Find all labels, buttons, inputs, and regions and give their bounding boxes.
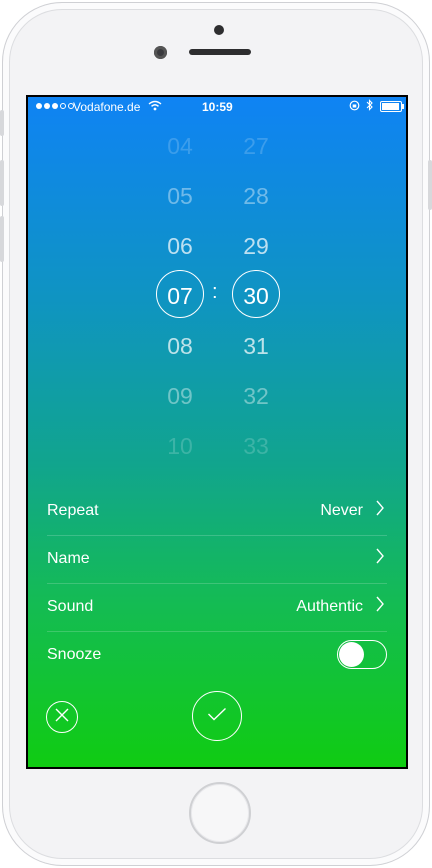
battery-fill: [382, 103, 399, 110]
repeat-value: Never: [320, 502, 363, 519]
battery-icon: [380, 101, 404, 112]
name-label: Name: [47, 550, 90, 567]
wifi-icon: [148, 100, 162, 114]
signal-dot: [44, 103, 50, 109]
hour-option[interactable]: 08: [150, 333, 210, 360]
signal-dot: [60, 103, 66, 109]
repeat-row[interactable]: Repeat Never: [47, 487, 387, 536]
chevron-right-icon: [375, 596, 385, 618]
front-camera: [154, 46, 167, 59]
hour-option[interactable]: 04: [150, 133, 210, 160]
snooze-toggle[interactable]: [337, 640, 387, 669]
minute-option[interactable]: 27: [226, 133, 286, 160]
minute-option[interactable]: 28: [226, 183, 286, 210]
rotation-lock-icon: [349, 100, 360, 114]
sound-value: Authentic: [296, 598, 363, 615]
cancel-button[interactable]: [46, 701, 78, 733]
hour-option[interactable]: 09: [150, 383, 210, 410]
signal-strength: [36, 103, 74, 109]
chevron-right-icon: [375, 500, 385, 522]
power-button[interactable]: [428, 160, 432, 210]
volume-down-button[interactable]: [0, 216, 4, 262]
bluetooth-icon: [366, 99, 374, 114]
screen: Vodafone.de 10:59 04 05 06 07 08 09 10 : 27: [26, 95, 408, 769]
alarm-edit-view: Vodafone.de 10:59 04 05 06 07 08 09 10 : 27: [28, 97, 406, 767]
signal-dot: [36, 103, 42, 109]
home-button[interactable]: [189, 782, 251, 844]
close-icon: [55, 708, 69, 727]
checkmark-icon: [207, 707, 227, 726]
sound-row[interactable]: Sound Authentic: [47, 583, 387, 632]
status-icons: [349, 99, 404, 114]
hour-option[interactable]: 06: [150, 233, 210, 260]
proximity-sensor: [214, 25, 224, 35]
minute-option[interactable]: 31: [226, 333, 286, 360]
minute-option[interactable]: 33: [226, 433, 286, 460]
selected-hour-ring: [156, 270, 204, 318]
toggle-knob: [339, 642, 364, 667]
status-bar: Vodafone.de 10:59: [28, 97, 406, 117]
name-row[interactable]: Name: [47, 535, 387, 584]
chevron-right-icon: [375, 548, 385, 570]
snooze-label: Snooze: [47, 646, 102, 663]
selected-minute-ring: [232, 270, 280, 318]
volume-up-button[interactable]: [0, 160, 4, 206]
time-separator: :: [212, 281, 218, 303]
hour-option[interactable]: 05: [150, 183, 210, 210]
snooze-row: Snooze: [47, 631, 387, 679]
mute-switch[interactable]: [0, 110, 4, 136]
confirm-button[interactable]: [192, 691, 242, 741]
minute-option[interactable]: 29: [226, 233, 286, 260]
sound-label: Sound: [47, 598, 94, 615]
signal-dot: [52, 103, 58, 109]
repeat-label: Repeat: [47, 502, 99, 519]
hour-option[interactable]: 10: [150, 433, 210, 460]
status-time: 10:59: [202, 100, 233, 114]
minute-option[interactable]: 32: [226, 383, 286, 410]
carrier-name: Vodafone.de: [73, 100, 141, 114]
earpiece-speaker: [189, 49, 251, 55]
